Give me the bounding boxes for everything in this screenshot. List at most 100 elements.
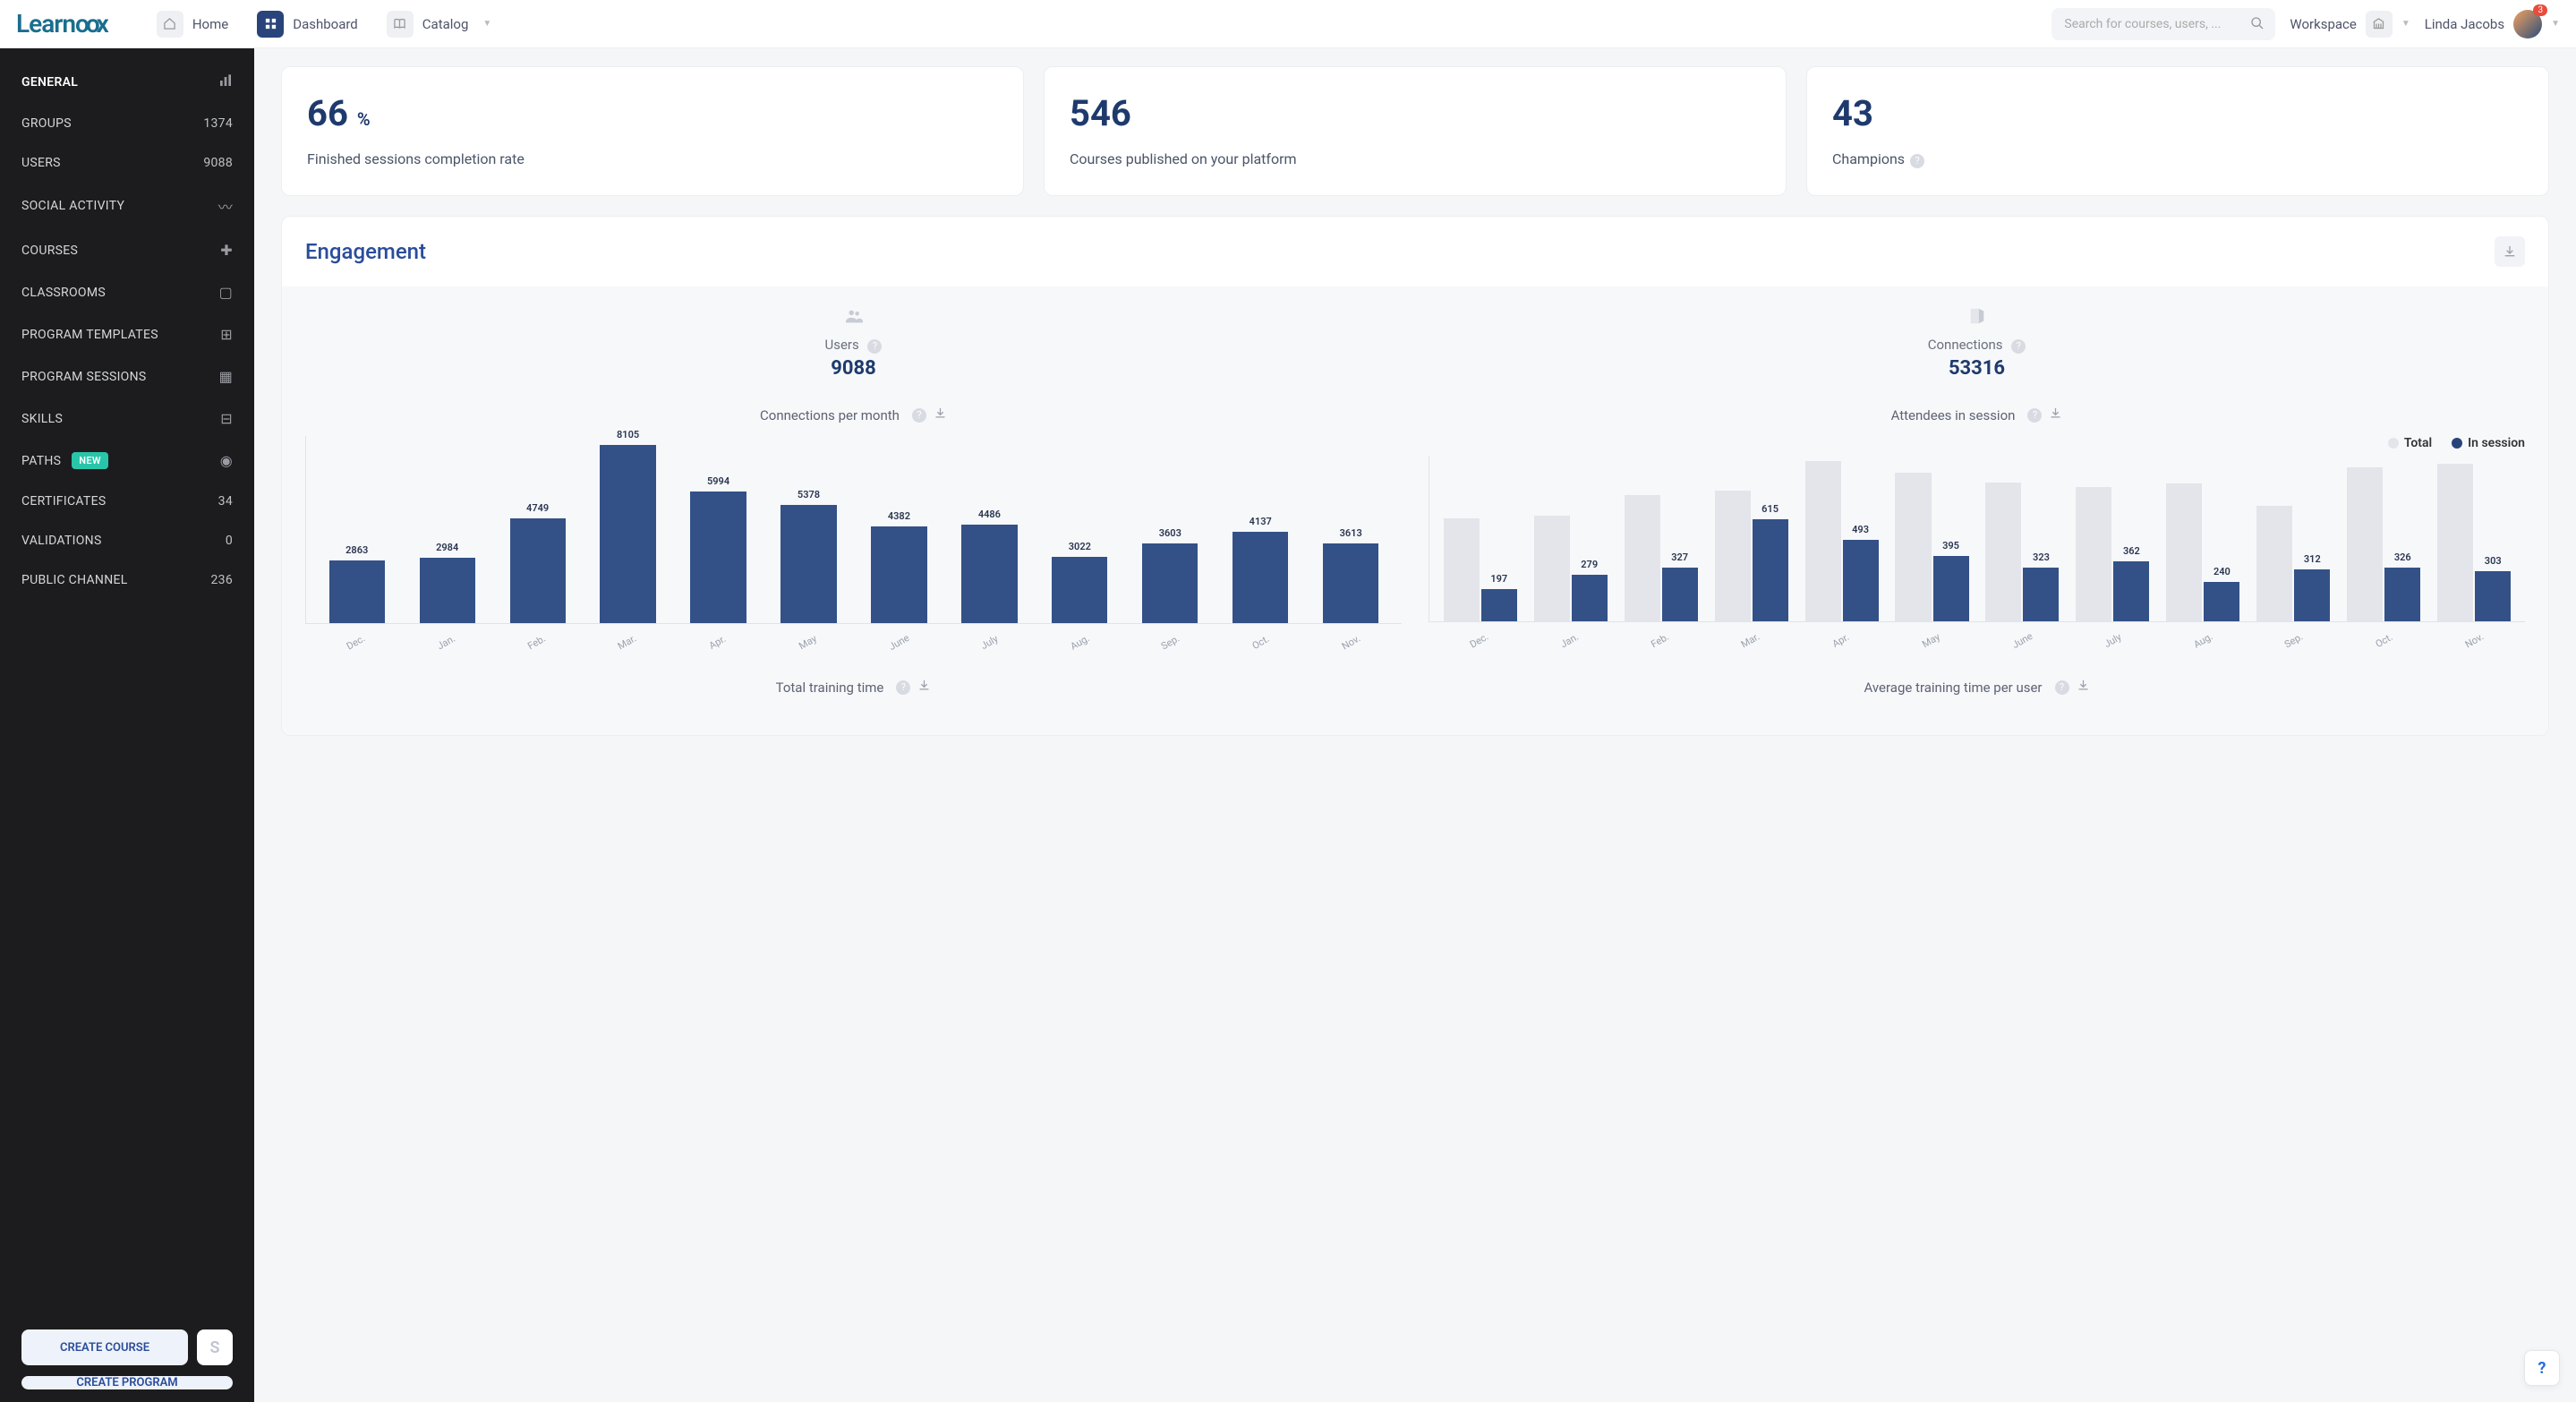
- kpi-row: 66 % Finished sessions completion rate 5…: [281, 66, 2549, 196]
- create-program-button[interactable]: CREATE PROGRAM: [21, 1376, 233, 1389]
- flow-icon: ⊞: [220, 326, 233, 343]
- sidebar-item-social-activity[interactable]: SOCIAL ACTIVITY 〰: [0, 183, 254, 229]
- sidebar-item-courses[interactable]: COURSES✚: [0, 229, 254, 271]
- bar: 4749: [498, 436, 577, 623]
- download-icon[interactable]: [934, 406, 947, 423]
- kpi-completion-rate: 66 % Finished sessions completion rate: [281, 66, 1024, 196]
- bar: 2863: [317, 436, 397, 623]
- sidebar-label: SOCIAL ACTIVITY: [21, 199, 124, 213]
- sidebar-label: PROGRAM SESSIONS: [21, 370, 147, 384]
- sidebar-item-skills[interactable]: SKILLS⊟: [0, 398, 254, 440]
- help-icon[interactable]: ?: [2055, 680, 2069, 695]
- download-icon[interactable]: [917, 679, 931, 696]
- users-icon: [305, 306, 1402, 331]
- sidebar-label: PROGRAM TEMPLATES: [21, 328, 158, 342]
- bar-group: 197: [1440, 456, 1520, 621]
- sidebar-count: 34: [218, 494, 233, 509]
- chevron-down-icon: ▼: [2401, 19, 2410, 29]
- legend-total[interactable]: Total: [2388, 436, 2432, 450]
- help-fab[interactable]: ?: [2524, 1350, 2560, 1386]
- scorm-button[interactable]: S: [197, 1329, 233, 1365]
- sidebar-item-program-sessions[interactable]: PROGRAM SESSIONS ▦: [0, 355, 254, 398]
- bar: 5994: [678, 436, 758, 623]
- nav-home-label: Home: [192, 16, 228, 32]
- legend-in-session[interactable]: In session: [2452, 436, 2525, 450]
- sidebar-label: GENERAL: [21, 75, 78, 90]
- bar-group: 493: [1802, 456, 1881, 621]
- help-icon[interactable]: ?: [2011, 339, 2026, 354]
- notif-badge: 3: [2533, 4, 2547, 16]
- help-icon[interactable]: ?: [912, 408, 926, 423]
- sidebar-item-users[interactable]: USERS9088: [0, 143, 254, 183]
- help-icon[interactable]: ?: [896, 680, 910, 695]
- nav-dashboard[interactable]: Dashboard: [244, 5, 371, 43]
- sidebar-item-paths[interactable]: PATHSNEW◉: [0, 440, 254, 482]
- bar-group: 323: [1983, 456, 2062, 621]
- stat-value: 53316: [1429, 357, 2525, 380]
- chevron-down-icon: ▼: [482, 19, 491, 29]
- stat-label: Users: [825, 337, 859, 353]
- door-icon: [1429, 306, 2525, 331]
- chart-icon: [218, 73, 233, 91]
- legend: Total In session: [1429, 436, 2525, 450]
- user-menu[interactable]: Linda Jacobs 3 ▼: [2425, 10, 2560, 38]
- help-icon[interactable]: ?: [1910, 154, 1924, 168]
- bar: 3613: [1311, 436, 1391, 623]
- help-icon[interactable]: ?: [2027, 408, 2042, 423]
- nav-catalog[interactable]: Catalog ▼: [374, 5, 505, 43]
- sidebar-item-groups[interactable]: GROUPS1374: [0, 104, 254, 143]
- create-course-button[interactable]: CREATE COURSE: [21, 1329, 188, 1365]
- sidebar-label: CERTIFICATES: [21, 494, 106, 509]
- download-icon[interactable]: [2049, 406, 2062, 423]
- bar-group: 326: [2344, 456, 2424, 621]
- main: 66 % Finished sessions completion rate 5…: [254, 48, 2576, 1402]
- toolbox-icon: ⊟: [220, 410, 233, 427]
- download-icon[interactable]: [2077, 679, 2090, 696]
- sidebar-item-general[interactable]: GENERAL: [0, 61, 254, 104]
- kpi-label: Champions: [1832, 150, 1905, 167]
- sidebar: GENERALGROUPS1374USERS9088SOCIAL ACTIVIT…: [0, 48, 254, 1402]
- user-name: Linda Jacobs: [2425, 16, 2504, 32]
- nav-home[interactable]: Home: [144, 5, 241, 43]
- chart-title: Attendees in session: [1891, 407, 2016, 423]
- workspace-menu[interactable]: Workspace ▼: [2290, 11, 2410, 38]
- engagement-panel: Engagement Users ? 9088: [281, 216, 2549, 736]
- sidebar-item-validations[interactable]: VALIDATIONS0: [0, 521, 254, 560]
- sidebar-count: 1374: [203, 116, 233, 131]
- kpi-suffix: %: [357, 108, 371, 130]
- sidebar-item-certificates[interactable]: CERTIFICATES 34: [0, 482, 254, 521]
- dashboard-icon: [257, 11, 284, 38]
- logo[interactable]: Learnoox: [16, 9, 108, 38]
- sidebar-item-public-channel[interactable]: PUBLIC CHANNEL236: [0, 560, 254, 600]
- bar-group: 303: [2435, 456, 2514, 621]
- sidebar-label: COURSES: [21, 244, 78, 258]
- chevron-down-icon: ▼: [2551, 19, 2560, 29]
- bar-group: 312: [2254, 456, 2333, 621]
- sidebar-item-classrooms[interactable]: CLASSROOMS▢: [0, 271, 254, 313]
- activity-icon: 〰: [218, 195, 233, 217]
- bar: 2984: [407, 436, 487, 623]
- search-icon[interactable]: [2250, 16, 2265, 34]
- trophy-icon: ◉: [220, 452, 233, 469]
- bar-group: 362: [2073, 456, 2153, 621]
- nav-catalog-label: Catalog: [422, 16, 469, 32]
- help-icon[interactable]: ?: [867, 339, 882, 354]
- search-input[interactable]: [2051, 8, 2275, 40]
- sidebar-item-program-templates[interactable]: PROGRAM TEMPLATES ⊞: [0, 313, 254, 355]
- search: [2051, 8, 2275, 40]
- chart-title: Connections per month: [760, 407, 900, 423]
- sidebar-count: 9088: [203, 156, 233, 170]
- bar-group: 327: [1621, 456, 1701, 621]
- stat-label: Connections: [1928, 337, 2003, 353]
- home-icon: [157, 11, 183, 38]
- nav-dashboard-label: Dashboard: [293, 16, 358, 32]
- stat-connections: Connections ? 53316: [1429, 306, 2525, 380]
- calendar-icon: ▦: [219, 368, 233, 385]
- kpi-champions: 43 Champions?: [1806, 66, 2549, 196]
- bar-group: 615: [1711, 456, 1791, 621]
- chart-attendees: Attendees in session ? Total In session …: [1429, 406, 2525, 648]
- stat-users: Users ? 9088: [305, 306, 1402, 380]
- download-button[interactable]: [2495, 236, 2525, 267]
- bar: 3022: [1040, 436, 1120, 623]
- bar: 4137: [1221, 436, 1301, 623]
